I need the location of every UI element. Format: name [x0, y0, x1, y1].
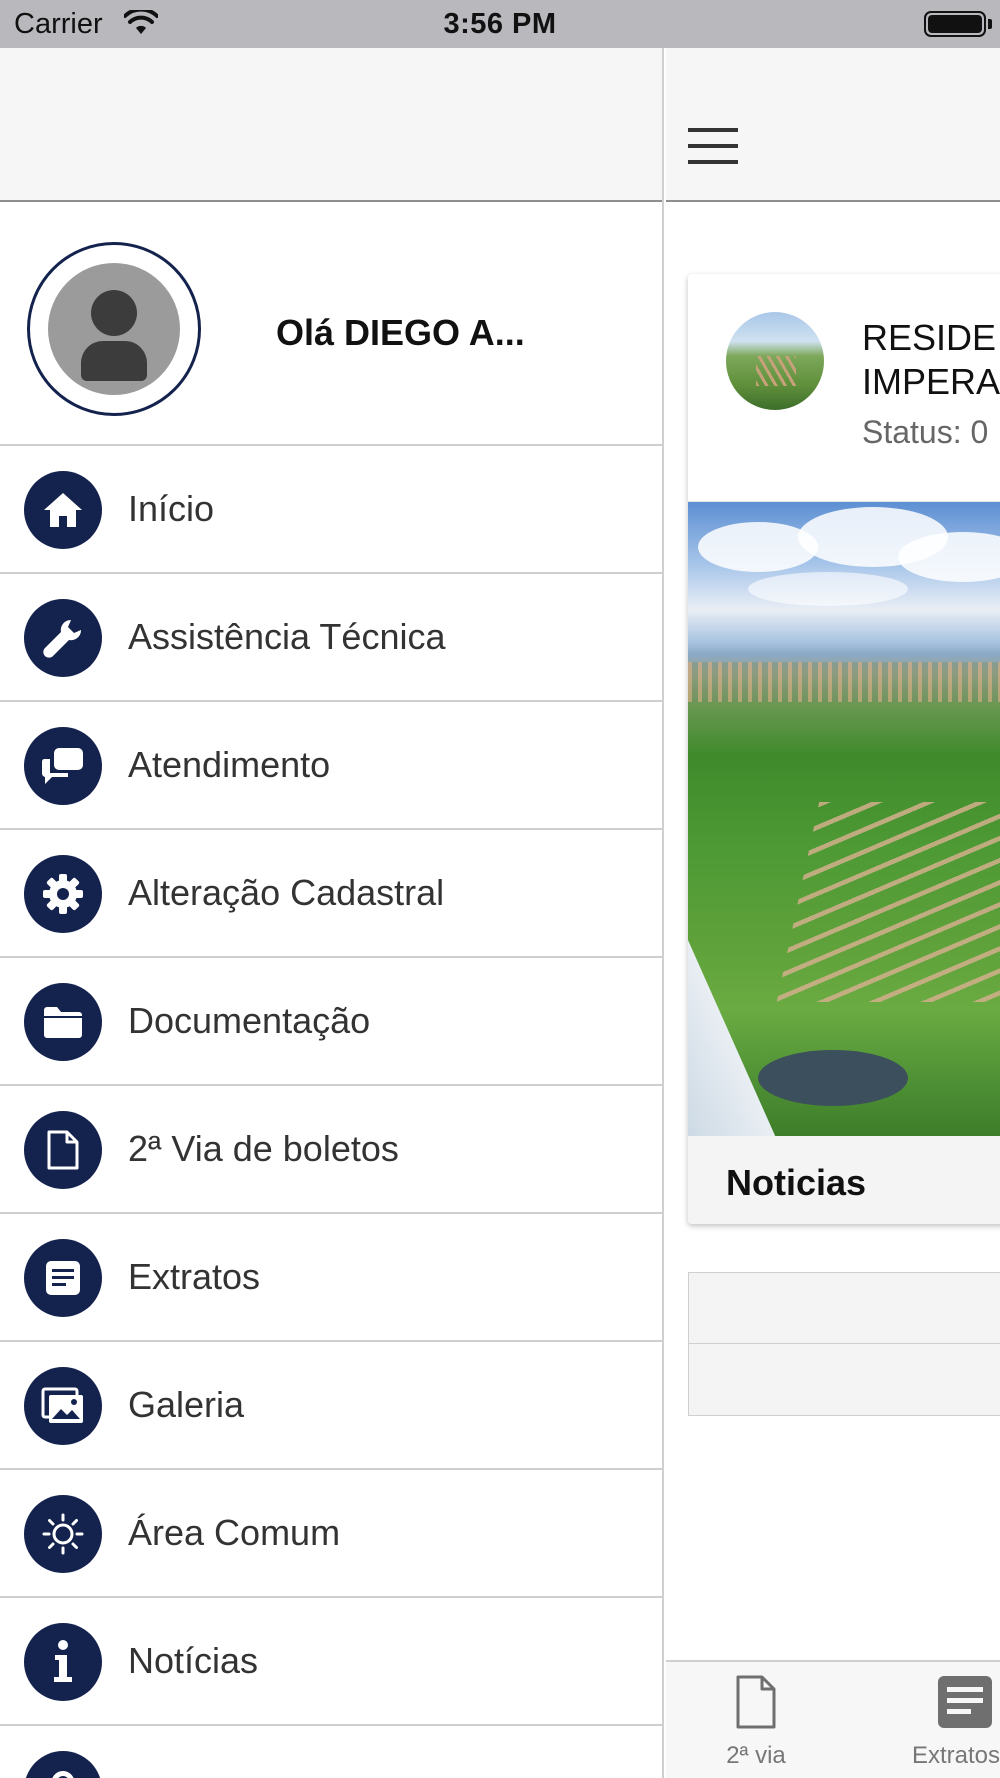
- menu-item-inicio[interactable]: Início: [0, 446, 662, 574]
- menu-item-galeria[interactable]: Galeria: [0, 1342, 662, 1470]
- menu-item-extratos[interactable]: Extratos: [0, 1214, 662, 1342]
- menu-item-partial[interactable]: [0, 1726, 662, 1778]
- wrench-icon: [24, 599, 102, 677]
- menu-item-label: Assistência Técnica: [128, 616, 446, 657]
- list-item[interactable]: [689, 1273, 1000, 1344]
- list-item[interactable]: [689, 1344, 1000, 1415]
- menu-item-atendimento[interactable]: Atendimento: [0, 702, 662, 830]
- gallery-icon: [24, 1367, 102, 1445]
- user-icon: [48, 263, 180, 395]
- menu-item-label: 2ª Via de boletos: [128, 1128, 399, 1169]
- nav-bar: [666, 48, 1000, 202]
- tab-label: 2ª via: [726, 1742, 786, 1769]
- gear-icon: [24, 855, 102, 933]
- sun-icon: [24, 1495, 102, 1573]
- user-greeting: Olá DIEGO A...: [276, 312, 525, 353]
- clock: 3:56 PM: [443, 8, 557, 40]
- property-title-line: RESIDE: [862, 317, 997, 358]
- document-icon: [736, 1675, 776, 1729]
- battery-icon: [924, 11, 986, 37]
- menu-item-label: Alteração Cadastral: [128, 872, 445, 913]
- status-bar: Carrier 3:56 PM: [0, 0, 1000, 48]
- side-drawer: Olá DIEGO A... Início Assistência Técnic…: [0, 48, 664, 1778]
- menu-item-noticias[interactable]: Notícias: [0, 1598, 662, 1726]
- avatar[interactable]: [27, 242, 201, 416]
- property-status: Status: 0: [862, 414, 989, 450]
- list-icon: [24, 1239, 102, 1317]
- menu-icon[interactable]: [688, 128, 738, 164]
- menu-item-label: Documentação: [128, 1000, 371, 1041]
- menu-item-label: Área Comum: [128, 1512, 341, 1553]
- property-card-header: RESIDE IMPERA Status: 0: [688, 274, 1000, 502]
- menu-item-label: Galeria: [128, 1384, 245, 1425]
- property-title: RESIDE IMPERA: [862, 316, 1000, 404]
- list-icon: [938, 1676, 992, 1728]
- info-icon: [24, 1623, 102, 1701]
- menu-item-label: Atendimento: [128, 744, 331, 785]
- tab-label: Extratos: [912, 1742, 1000, 1769]
- drawer-header: [0, 48, 662, 202]
- menu-item-label: Notícias: [128, 1640, 259, 1681]
- main-content: RESIDE IMPERA Status: 0 Noticias 2ª via …: [666, 48, 1000, 1778]
- news-section-header[interactable]: Noticias: [688, 1136, 1000, 1224]
- menu-item-documentacao[interactable]: Documentação: [0, 958, 662, 1086]
- menu-item-2a-via-boletos[interactable]: 2ª Via de boletos: [0, 1086, 662, 1214]
- property-thumbnail: [726, 312, 824, 410]
- help-icon: [24, 1751, 102, 1778]
- battery-tip: [988, 19, 992, 29]
- menu-item-area-comum[interactable]: Área Comum: [0, 1470, 662, 1598]
- menu-item-label: Início: [128, 488, 215, 529]
- profile-section: Olá DIEGO A...: [0, 202, 662, 446]
- property-title-line: IMPERA: [862, 361, 1000, 402]
- property-card[interactable]: RESIDE IMPERA Status: 0 Noticias: [688, 274, 1000, 1224]
- news-label: Noticias: [726, 1162, 867, 1203]
- menu-item-assistencia-tecnica[interactable]: Assistência Técnica: [0, 574, 662, 702]
- folder-icon: [24, 983, 102, 1061]
- home-icon: [24, 471, 102, 549]
- menu-item-alteracao-cadastral[interactable]: Alteração Cadastral: [0, 830, 662, 958]
- property-photo: [688, 502, 1000, 1136]
- tab-bar: 2ª via Extratos: [666, 1660, 1000, 1778]
- tab-2a-via[interactable]: 2ª via: [706, 1662, 806, 1778]
- chat-icon: [24, 727, 102, 805]
- document-icon: [24, 1111, 102, 1189]
- news-list: [688, 1272, 1000, 1416]
- menu-item-label: Extratos: [128, 1256, 261, 1297]
- tab-extratos[interactable]: Extratos: [912, 1662, 1000, 1778]
